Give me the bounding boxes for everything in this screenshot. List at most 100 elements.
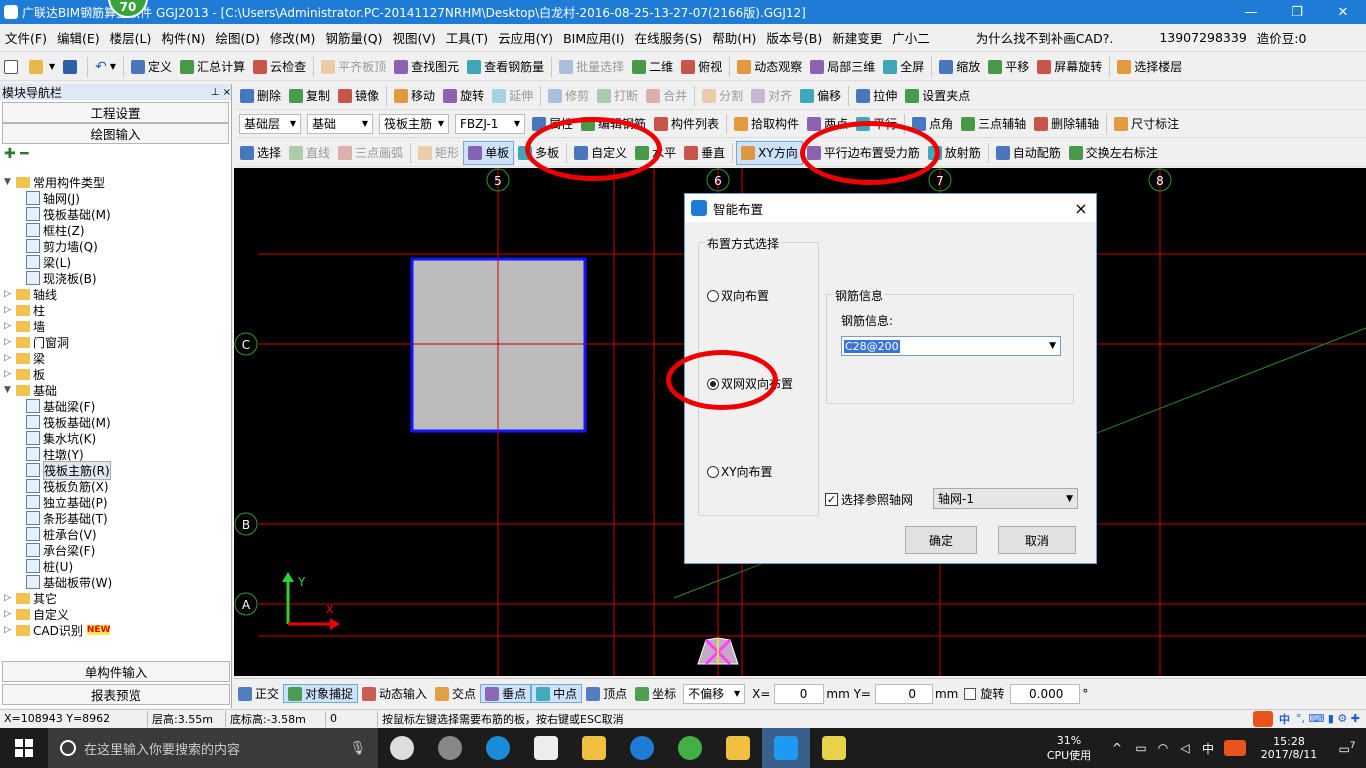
green-app-icon[interactable]: [666, 728, 714, 768]
layer-select[interactable]: 基础 ▼: [307, 113, 373, 134]
toolbar3-btn-7[interactable]: 三点辅轴: [957, 112, 1030, 136]
toolbar1-btn-5[interactable]: 查看钢筋量: [463, 55, 548, 79]
tree-toggle-icon[interactable]: ▷: [4, 305, 14, 315]
name-select[interactable]: FBZJ-1 ▼: [455, 113, 525, 134]
snap-btn-3[interactable]: 交点: [431, 685, 480, 702]
tree-node-20[interactable]: 独立基础(P): [4, 494, 230, 510]
tree-node-5[interactable]: 梁(L): [4, 254, 230, 270]
notes-app-icon[interactable]: [714, 728, 762, 768]
rebar-info-input[interactable]: C28@200 ▼: [841, 336, 1061, 356]
menu-item-13[interactable]: 版本号(B): [761, 28, 827, 47]
tree-node-14[interactable]: 基础梁(F): [4, 398, 230, 414]
floor-select[interactable]: 基础层 ▼: [239, 113, 301, 134]
tree-node-17[interactable]: 柱墩(Y): [4, 446, 230, 462]
tree-toggle-icon[interactable]: ▷: [4, 337, 14, 347]
toolbar2-btn-3[interactable]: 移动: [390, 84, 439, 108]
tree-toggle-icon[interactable]: ▼: [4, 177, 14, 187]
ref-axis-checkbox[interactable]: ✓ 选择参照轴网: [825, 491, 913, 508]
menu-item-10[interactable]: BIM应用(I): [558, 28, 630, 47]
offset-select[interactable]: 不偏移 ▼: [683, 683, 746, 704]
toolbar2-btn-11[interactable]: 偏移: [796, 84, 845, 108]
toolbar3-btn-3[interactable]: 拾取构件: [730, 112, 803, 136]
tree-node-28[interactable]: ▷ CAD识别 NEW: [4, 622, 230, 638]
cpu-usage[interactable]: 31% CPU使用: [1034, 734, 1104, 763]
rotate-input[interactable]: 0.000: [1010, 683, 1081, 704]
ime-toolbar[interactable]: 中 °, ⌨ ▮ ⚙ ✚: [1253, 710, 1366, 727]
cost-beans[interactable]: 造价豆:0: [1252, 28, 1312, 47]
toolbar2-btn-10[interactable]: 对齐: [747, 84, 796, 108]
toolbar1-btn-6[interactable]: 批量选择: [555, 55, 628, 79]
file-explorer-icon[interactable]: [570, 728, 618, 768]
undo-icon[interactable]: ↶ ▼: [91, 55, 120, 79]
toolbar1-btn-15[interactable]: 选择楼层: [1113, 55, 1186, 79]
toolbar1-btn-3[interactable]: 平齐板顶: [317, 55, 390, 79]
toolbar4-btn-3[interactable]: 矩形: [414, 141, 463, 165]
ref-axis-select[interactable]: 轴网-1 ▼: [933, 488, 1078, 509]
tree-node-21[interactable]: 条形基础(T): [4, 510, 230, 526]
toolbar1-btn-2[interactable]: 云检查: [249, 55, 310, 79]
help-question-link[interactable]: 为什么找不到补画CAD?.: [971, 28, 1119, 47]
taskbar-search[interactable]: 在这里输入你要搜索的内容 🎙: [48, 728, 378, 768]
restore-icon[interactable]: ❐: [1274, 0, 1320, 24]
tree-node-23[interactable]: 承台梁(F): [4, 542, 230, 558]
tree-node-7[interactable]: ▷ 轴线: [4, 286, 230, 302]
toolbar2-btn-4[interactable]: 旋转: [439, 84, 488, 108]
menu-item-12[interactable]: 帮助(H): [707, 28, 761, 47]
toolbar4-btn-4[interactable]: 单板: [463, 140, 515, 165]
toolbar4-btn-9[interactable]: XY方向: [736, 140, 803, 165]
tree-node-15[interactable]: 筏板基础(M): [4, 414, 230, 430]
close-icon[interactable]: ✕: [1320, 0, 1366, 24]
ime-tools-icon[interactable]: °, ⌨ ▮ ⚙ ✚: [1296, 712, 1360, 725]
tree-node-27[interactable]: ▷ 自定义: [4, 606, 230, 622]
pin-icon[interactable]: ⊥ ×: [211, 87, 231, 98]
project-settings-button[interactable]: 工程设置: [2, 102, 229, 123]
wifi-icon[interactable]: ◠: [1152, 741, 1174, 755]
toolbar4-btn-8[interactable]: 垂直: [680, 141, 729, 165]
tree-node-13[interactable]: ▼ 基础: [4, 382, 230, 398]
volume-icon[interactable]: ◁: [1174, 741, 1196, 755]
ok-button[interactable]: 确定: [905, 526, 977, 554]
toolbar2-btn-12[interactable]: 拉伸: [852, 84, 901, 108]
dialog-close-icon[interactable]: ×: [1066, 199, 1096, 218]
ime-mode[interactable]: 中: [1279, 711, 1290, 727]
menu-item-3[interactable]: 构件(N): [156, 28, 210, 47]
tree-node-24[interactable]: 桩(U): [4, 558, 230, 574]
toolbar1-btn-7[interactable]: 二维: [628, 55, 677, 79]
y-input[interactable]: 0: [874, 683, 933, 704]
tree-node-9[interactable]: ▷ 墙: [4, 318, 230, 334]
toolbar1-btn-0[interactable]: 定义: [127, 55, 176, 79]
task-view-icon[interactable]: [378, 728, 426, 768]
tray-chevron-icon[interactable]: ^: [1104, 741, 1130, 755]
toolbar2-btn-7[interactable]: 打断: [593, 84, 642, 108]
cancel-button[interactable]: 取消: [998, 526, 1076, 554]
toolbar4-btn-0[interactable]: 选择: [236, 141, 285, 165]
tree-node-25[interactable]: 基础板带(W): [4, 574, 230, 590]
rotate-checkbox[interactable]: [964, 687, 977, 700]
sogou-icon[interactable]: [1253, 710, 1273, 727]
toolbar4-btn-12[interactable]: 自动配筋: [992, 141, 1065, 165]
tree-node-16[interactable]: 集水坑(K): [4, 430, 230, 446]
menu-item-9[interactable]: 云应用(Y): [493, 28, 558, 47]
toolbar1-btn-9[interactable]: 动态观察: [733, 55, 806, 79]
menu-item-4[interactable]: 绘图(D): [210, 28, 264, 47]
tree-toggle-icon[interactable]: ▷: [4, 625, 14, 635]
edge-browser-icon[interactable]: [474, 728, 522, 768]
menu-item-5[interactable]: 修改(M): [265, 28, 321, 47]
toolbar2-btn-0[interactable]: 删除: [236, 84, 285, 108]
snap-btn-2[interactable]: 动态输入: [358, 685, 431, 702]
toolbar3-btn-2[interactable]: 构件列表: [650, 112, 723, 136]
type-select[interactable]: 筏板主筋 ▼: [379, 113, 449, 134]
snap-btn-7[interactable]: 坐标: [631, 685, 680, 702]
x-input[interactable]: 0: [774, 683, 825, 704]
toolbar1-btn-1[interactable]: 汇总计算: [176, 55, 249, 79]
snap-btn-4[interactable]: 垂点: [480, 684, 532, 703]
single-component-input-button[interactable]: 单构件输入: [2, 661, 230, 682]
clock[interactable]: 15:28 2017/8/11: [1250, 735, 1328, 761]
toolbar1-btn-11[interactable]: 全屏: [879, 55, 928, 79]
tray-sogou-icon[interactable]: [1224, 740, 1246, 756]
store-icon[interactable]: [522, 728, 570, 768]
microphone-icon[interactable]: 🎙: [349, 741, 366, 756]
drawing-input-button[interactable]: 绘图输入: [2, 123, 229, 144]
toolbar2-btn-2[interactable]: 镜像: [334, 84, 383, 108]
tree-node-8[interactable]: ▷ 柱: [4, 302, 230, 318]
